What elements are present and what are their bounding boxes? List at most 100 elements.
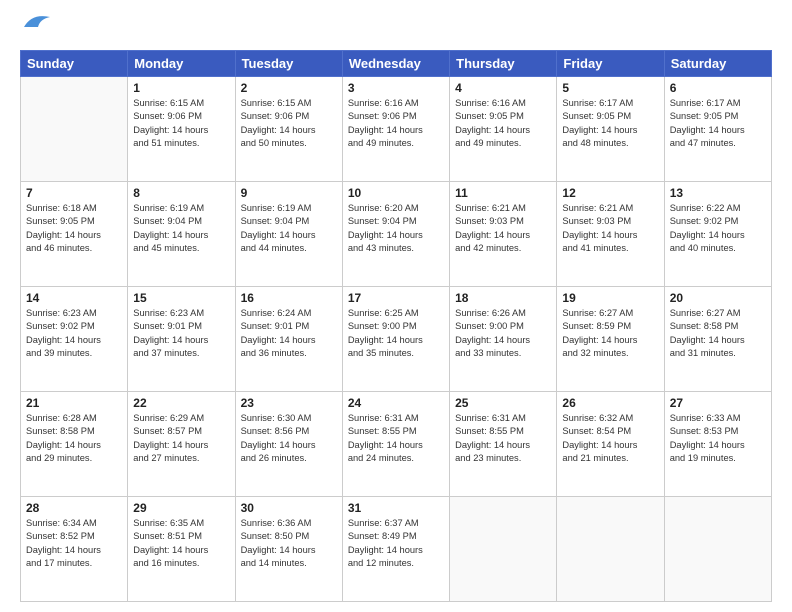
calendar-cell: 13 Sunrise: 6:22 AM Sunset: 9:02 PM Dayli… (664, 182, 771, 287)
day-number: 31 (348, 501, 444, 515)
day-info: Sunrise: 6:15 AM Sunset: 9:06 PM Dayligh… (133, 97, 229, 151)
calendar-cell: 1Sunrise: 6:15 AM Sunset: 9:06 PM Daylig… (128, 77, 235, 182)
day-info: Sunrise: 6:32 AM Sunset: 8:54 PM Dayligh… (562, 412, 658, 466)
day-info: Sunrise: 6:19 AM Sunset: 9:04 PM Dayligh… (241, 202, 337, 256)
day-number: 15 (133, 291, 229, 305)
day-info: Sunrise: 6:34 AM Sunset: 8:52 PM Dayligh… (26, 517, 122, 571)
day-number: 14 (26, 291, 122, 305)
day-info: Sunrise: 6:36 AM Sunset: 8:50 PM Dayligh… (241, 517, 337, 571)
day-number: 13 (670, 186, 766, 200)
day-number: 4 (455, 81, 551, 95)
calendar-cell: 5Sunrise: 6:17 AM Sunset: 9:05 PM Daylig… (557, 77, 664, 182)
logo (20, 18, 52, 40)
day-info: Sunrise: 6:17 AM Sunset: 9:05 PM Dayligh… (562, 97, 658, 151)
calendar-cell: 19Sunrise: 6:27 AM Sunset: 8:59 PM Dayli… (557, 287, 664, 392)
weekday-header-saturday: Saturday (664, 51, 771, 77)
page: SundayMondayTuesdayWednesdayThursdayFrid… (0, 0, 792, 612)
calendar-cell (664, 497, 771, 602)
day-info: Sunrise: 6:17 AM Sunset: 9:05 PM Dayligh… (670, 97, 766, 151)
day-number: 21 (26, 396, 122, 410)
calendar-cell: 7 Sunrise: 6:18 AM Sunset: 9:05 PM Daylig… (21, 182, 128, 287)
week-row-2: 7 Sunrise: 6:18 AM Sunset: 9:05 PM Daylig… (21, 182, 772, 287)
day-info: Sunrise: 6:29 AM Sunset: 8:57 PM Dayligh… (133, 412, 229, 466)
day-info: Sunrise: 6:23 AM Sunset: 9:02 PM Dayligh… (26, 307, 122, 361)
day-info: Sunrise: 6:22 AM Sunset: 9:02 PM Dayligh… (670, 202, 766, 256)
calendar-cell: 9 Sunrise: 6:19 AM Sunset: 9:04 PM Daylig… (235, 182, 342, 287)
calendar-cell: 23 Sunrise: 6:30 AM Sunset: 8:56 PM Dayli… (235, 392, 342, 497)
calendar-cell: 28 Sunrise: 6:34 AM Sunset: 8:52 PM Dayli… (21, 497, 128, 602)
day-number: 8 (133, 186, 229, 200)
weekday-header-friday: Friday (557, 51, 664, 77)
day-number: 28 (26, 501, 122, 515)
day-number: 11 (455, 186, 551, 200)
logo-wing-icon (22, 9, 52, 39)
calendar-cell: 12Sunrise: 6:21 AM Sunset: 9:03 PM Dayli… (557, 182, 664, 287)
calendar: SundayMondayTuesdayWednesdayThursdayFrid… (20, 50, 772, 602)
calendar-cell: 31 Sunrise: 6:37 AM Sunset: 8:49 PM Dayli… (342, 497, 449, 602)
calendar-cell: 27 Sunrise: 6:33 AM Sunset: 8:53 PM Dayli… (664, 392, 771, 497)
header (20, 18, 772, 40)
day-number: 16 (241, 291, 337, 305)
day-info: Sunrise: 6:27 AM Sunset: 8:58 PM Dayligh… (670, 307, 766, 361)
day-info: Sunrise: 6:24 AM Sunset: 9:01 PM Dayligh… (241, 307, 337, 361)
calendar-cell: 22 Sunrise: 6:29 AM Sunset: 8:57 PM Dayli… (128, 392, 235, 497)
day-info: Sunrise: 6:20 AM Sunset: 9:04 PM Dayligh… (348, 202, 444, 256)
weekday-header-row: SundayMondayTuesdayWednesdayThursdayFrid… (21, 51, 772, 77)
calendar-cell (21, 77, 128, 182)
calendar-cell: 14 Sunrise: 6:23 AM Sunset: 9:02 PM Dayli… (21, 287, 128, 392)
calendar-cell (450, 497, 557, 602)
day-info: Sunrise: 6:31 AM Sunset: 8:55 PM Dayligh… (455, 412, 551, 466)
day-number: 10 (348, 186, 444, 200)
weekday-header-tuesday: Tuesday (235, 51, 342, 77)
day-number: 3 (348, 81, 444, 95)
day-info: Sunrise: 6:19 AM Sunset: 9:04 PM Dayligh… (133, 202, 229, 256)
day-info: Sunrise: 6:28 AM Sunset: 8:58 PM Dayligh… (26, 412, 122, 466)
day-info: Sunrise: 6:15 AM Sunset: 9:06 PM Dayligh… (241, 97, 337, 151)
calendar-cell: 8 Sunrise: 6:19 AM Sunset: 9:04 PM Daylig… (128, 182, 235, 287)
weekday-header-sunday: Sunday (21, 51, 128, 77)
week-row-5: 28 Sunrise: 6:34 AM Sunset: 8:52 PM Dayli… (21, 497, 772, 602)
day-number: 19 (562, 291, 658, 305)
day-number: 18 (455, 291, 551, 305)
day-number: 23 (241, 396, 337, 410)
calendar-cell: 21 Sunrise: 6:28 AM Sunset: 8:58 PM Dayli… (21, 392, 128, 497)
day-number: 25 (455, 396, 551, 410)
calendar-cell: 24 Sunrise: 6:31 AM Sunset: 8:55 PM Dayli… (342, 392, 449, 497)
calendar-cell: 25 Sunrise: 6:31 AM Sunset: 8:55 PM Dayli… (450, 392, 557, 497)
calendar-cell: 11 Sunrise: 6:21 AM Sunset: 9:03 PM Dayli… (450, 182, 557, 287)
calendar-cell: 10 Sunrise: 6:20 AM Sunset: 9:04 PM Dayli… (342, 182, 449, 287)
day-info: Sunrise: 6:21 AM Sunset: 9:03 PM Dayligh… (455, 202, 551, 256)
day-info: Sunrise: 6:37 AM Sunset: 8:49 PM Dayligh… (348, 517, 444, 571)
day-info: Sunrise: 6:31 AM Sunset: 8:55 PM Dayligh… (348, 412, 444, 466)
calendar-cell: 4 Sunrise: 6:16 AM Sunset: 9:05 PM Daylig… (450, 77, 557, 182)
day-info: Sunrise: 6:18 AM Sunset: 9:05 PM Dayligh… (26, 202, 122, 256)
day-info: Sunrise: 6:35 AM Sunset: 8:51 PM Dayligh… (133, 517, 229, 571)
calendar-cell: 3Sunrise: 6:16 AM Sunset: 9:06 PM Daylig… (342, 77, 449, 182)
calendar-cell: 15Sunrise: 6:23 AM Sunset: 9:01 PM Dayli… (128, 287, 235, 392)
day-info: Sunrise: 6:30 AM Sunset: 8:56 PM Dayligh… (241, 412, 337, 466)
calendar-cell: 29 Sunrise: 6:35 AM Sunset: 8:51 PM Dayli… (128, 497, 235, 602)
day-info: Sunrise: 6:33 AM Sunset: 8:53 PM Dayligh… (670, 412, 766, 466)
day-number: 17 (348, 291, 444, 305)
weekday-header-wednesday: Wednesday (342, 51, 449, 77)
day-number: 7 (26, 186, 122, 200)
day-number: 6 (670, 81, 766, 95)
calendar-cell: 6 Sunrise: 6:17 AM Sunset: 9:05 PM Daylig… (664, 77, 771, 182)
day-info: Sunrise: 6:25 AM Sunset: 9:00 PM Dayligh… (348, 307, 444, 361)
day-number: 22 (133, 396, 229, 410)
calendar-cell: 17 Sunrise: 6:25 AM Sunset: 9:00 PM Dayli… (342, 287, 449, 392)
day-number: 2 (241, 81, 337, 95)
week-row-3: 14 Sunrise: 6:23 AM Sunset: 9:02 PM Dayli… (21, 287, 772, 392)
calendar-cell: 2 Sunrise: 6:15 AM Sunset: 9:06 PM Daylig… (235, 77, 342, 182)
day-number: 29 (133, 501, 229, 515)
day-number: 26 (562, 396, 658, 410)
weekday-header-monday: Monday (128, 51, 235, 77)
day-number: 27 (670, 396, 766, 410)
day-info: Sunrise: 6:16 AM Sunset: 9:05 PM Dayligh… (455, 97, 551, 151)
day-number: 24 (348, 396, 444, 410)
day-number: 9 (241, 186, 337, 200)
calendar-cell (557, 497, 664, 602)
calendar-cell: 26 Sunrise: 6:32 AM Sunset: 8:54 PM Dayli… (557, 392, 664, 497)
day-number: 30 (241, 501, 337, 515)
calendar-cell: 30 Sunrise: 6:36 AM Sunset: 8:50 PM Dayli… (235, 497, 342, 602)
